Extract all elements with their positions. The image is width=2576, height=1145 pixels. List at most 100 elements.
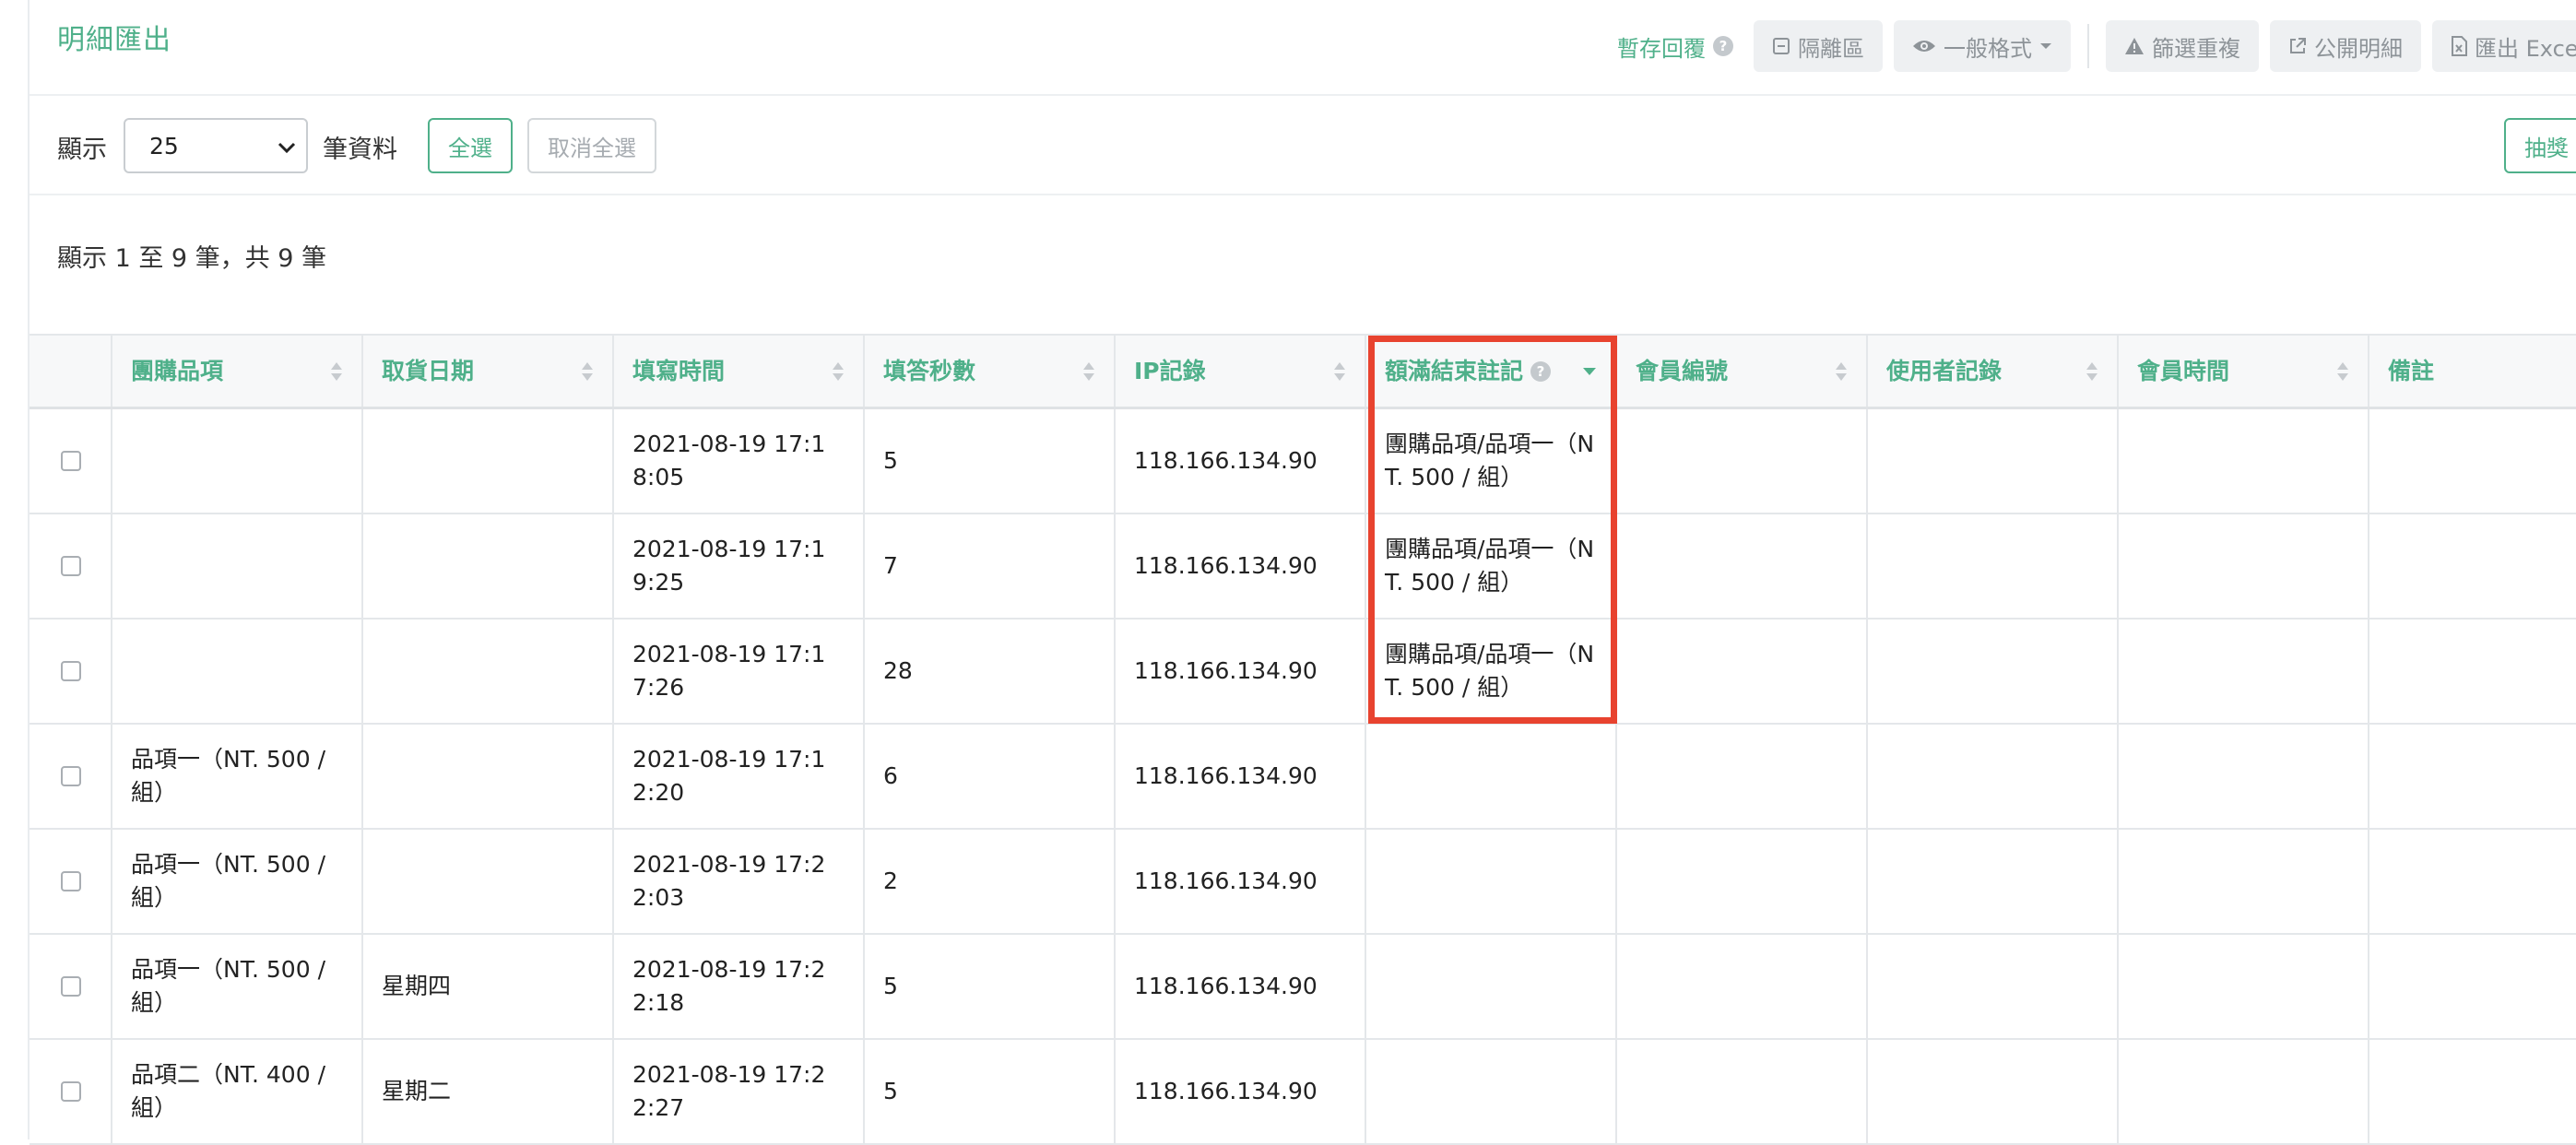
- sort-desc-icon: [1583, 368, 1596, 375]
- cell-user-record: [1868, 725, 2119, 828]
- cell-answer-seconds: 28: [865, 620, 1116, 723]
- cell-member-id: [1617, 1040, 1868, 1143]
- row-checkbox[interactable]: [61, 556, 81, 576]
- row-checkbox[interactable]: [61, 871, 81, 891]
- cell-ip: 118.166.134.90: [1116, 514, 1366, 618]
- cell-member-id: [1617, 620, 1868, 723]
- cell-member-id: [1617, 409, 1868, 513]
- cell-member-id: [1617, 514, 1868, 618]
- cell-answer-seconds: 6: [865, 725, 1116, 828]
- cell-ip: 118.166.134.90: [1116, 830, 1366, 933]
- cell-member-time: [2119, 1040, 2369, 1143]
- column-header-label: 使用者記錄: [1886, 357, 2003, 384]
- external-link-icon: [2290, 38, 2306, 53]
- row-checkbox[interactable]: [61, 976, 81, 997]
- cell-user-record: [1868, 1040, 2119, 1143]
- cell-member-id: [1617, 830, 1868, 933]
- cell-item: 品項一（NT. 500 / 組）: [112, 725, 363, 828]
- table-row: 品項一（NT. 500 / 組） 星期四 2021-08-19 17:22:18…: [30, 935, 2576, 1040]
- cell-pickup-date: [363, 409, 614, 513]
- cell-pickup-date: 星期四: [363, 935, 614, 1038]
- temp-reply-link[interactable]: 暫存回覆 ?: [1617, 30, 1733, 63]
- column-header-fill-time[interactable]: 填寫時間: [614, 336, 865, 407]
- column-header-member-id[interactable]: 會員編號: [1617, 336, 1868, 407]
- cell-fill-time: 2021-08-19 17:22:18: [614, 935, 865, 1038]
- isolation-button[interactable]: 隔離區: [1754, 20, 1883, 72]
- column-header-full-note[interactable]: 額滿結束註記?: [1366, 336, 1617, 407]
- cell-full-note: [1366, 935, 1617, 1038]
- column-header-label: 填答秒數: [883, 357, 976, 384]
- export-excel-button[interactable]: 匯出 Excel: [2432, 20, 2576, 72]
- format-label: 一般格式: [1944, 35, 2032, 62]
- cell-answer-seconds: 5: [865, 409, 1116, 513]
- cell-pickup-date: [363, 830, 614, 933]
- records-label: 筆資料: [323, 136, 397, 164]
- help-icon[interactable]: ?: [1530, 360, 1552, 382]
- cell-item: [112, 620, 363, 723]
- deselect-all-button[interactable]: 取消全選: [527, 118, 656, 173]
- page-size-value: 25: [149, 132, 179, 159]
- cell-pickup-date: [363, 620, 614, 723]
- cell-full-note: [1366, 725, 1617, 828]
- cell-member-time: [2119, 514, 2369, 618]
- column-header-notes[interactable]: 備註: [2369, 336, 2576, 407]
- cell-pickup-date: [363, 514, 614, 618]
- table-row: 品項二（NT. 400 / 組） 星期二 2021-08-19 17:22:27…: [30, 1040, 2576, 1145]
- chevron-down-icon: [278, 142, 296, 154]
- data-table: 團購品項 取貨日期 填寫時間 填答秒數 IP記錄 額滿結束註記? 會員編號 使用…: [30, 334, 2576, 1145]
- page-size-select[interactable]: 25: [124, 118, 308, 173]
- cell-item: 品項一（NT. 500 / 組）: [112, 830, 363, 933]
- minus-square-icon: [1773, 38, 1790, 54]
- isolation-label: 隔離區: [1798, 35, 1864, 62]
- column-header-label: IP記錄: [1134, 357, 1206, 384]
- cell-ip: 118.166.134.90: [1116, 620, 1366, 723]
- table-header: 團購品項 取貨日期 填寫時間 填答秒數 IP記錄 額滿結束註記? 會員編號 使用…: [30, 336, 2576, 409]
- toolbar: 暫存回覆 ? 隔離區 一般格式 篩選重複 公開明細 匯出 Excel: [1617, 20, 2576, 72]
- public-detail-label: 公開明細: [2314, 35, 2403, 62]
- eye-icon: [1913, 41, 1935, 52]
- column-header-user-record[interactable]: 使用者記錄: [1868, 336, 2119, 407]
- column-header-item[interactable]: 團購品項: [112, 336, 363, 407]
- cell-answer-seconds: 7: [865, 514, 1116, 618]
- cell-member-time: [2119, 620, 2369, 723]
- sort-icon: [331, 362, 342, 381]
- header-checkbox-cell: [30, 336, 112, 407]
- row-checkbox[interactable]: [61, 1081, 81, 1102]
- row-checkbox[interactable]: [61, 661, 81, 681]
- cell-member-time: [2119, 409, 2369, 513]
- cell-item: [112, 409, 363, 513]
- cell-fill-time: 2021-08-19 17:18:05: [614, 409, 865, 513]
- cell-pickup-date: [363, 725, 614, 828]
- column-header-ip[interactable]: IP記錄: [1116, 336, 1366, 407]
- cell-ip: 118.166.134.90: [1116, 409, 1366, 513]
- row-checkbox[interactable]: [61, 766, 81, 786]
- cell-user-record: [1868, 830, 2119, 933]
- column-header-pickup-date[interactable]: 取貨日期: [363, 336, 614, 407]
- table-row: 品項一（NT. 500 / 組） 2021-08-19 17:22:03 2 1…: [30, 830, 2576, 935]
- page-title: 明細匯出: [57, 24, 171, 56]
- cell-fill-time: 2021-08-19 17:12:20: [614, 725, 865, 828]
- cell-notes: [2369, 725, 2576, 828]
- column-header-member-time[interactable]: 會員時間: [2119, 336, 2369, 407]
- public-detail-button[interactable]: 公開明細: [2270, 20, 2421, 72]
- cell-notes: [2369, 935, 2576, 1038]
- cell-member-id: [1617, 935, 1868, 1038]
- column-header-label: 額滿結束註記: [1385, 357, 1524, 384]
- cell-full-note: 團購品項/品項一（NT. 500 / 組）: [1366, 409, 1617, 513]
- filter-duplicates-button[interactable]: 篩選重複: [2106, 20, 2259, 72]
- table-row: 2021-08-19 17:17:26 28 118.166.134.90 團購…: [30, 620, 2576, 725]
- sort-icon: [1334, 362, 1345, 381]
- main-panel: 明細匯出 暫存回覆 ? 隔離區 一般格式 篩選重複 公開明細 匯出 Excel …: [28, 0, 2576, 1145]
- header-bar: 明細匯出 暫存回覆 ? 隔離區 一般格式 篩選重複 公開明細 匯出 Excel: [30, 0, 2576, 96]
- row-checkbox[interactable]: [61, 451, 81, 471]
- sort-icon: [2337, 362, 2348, 381]
- format-dropdown-button[interactable]: 一般格式: [1894, 20, 2071, 72]
- lottery-button[interactable]: 抽獎: [2504, 118, 2576, 173]
- column-header-answer-seconds[interactable]: 填答秒數: [865, 336, 1116, 407]
- select-all-button[interactable]: 全選: [428, 118, 513, 173]
- cell-user-record: [1868, 514, 2119, 618]
- cell-full-note: [1366, 1040, 1617, 1143]
- export-excel-label: 匯出 Excel: [2475, 35, 2576, 62]
- help-icon[interactable]: ?: [1713, 36, 1733, 56]
- column-header-label: 會員時間: [2137, 357, 2230, 384]
